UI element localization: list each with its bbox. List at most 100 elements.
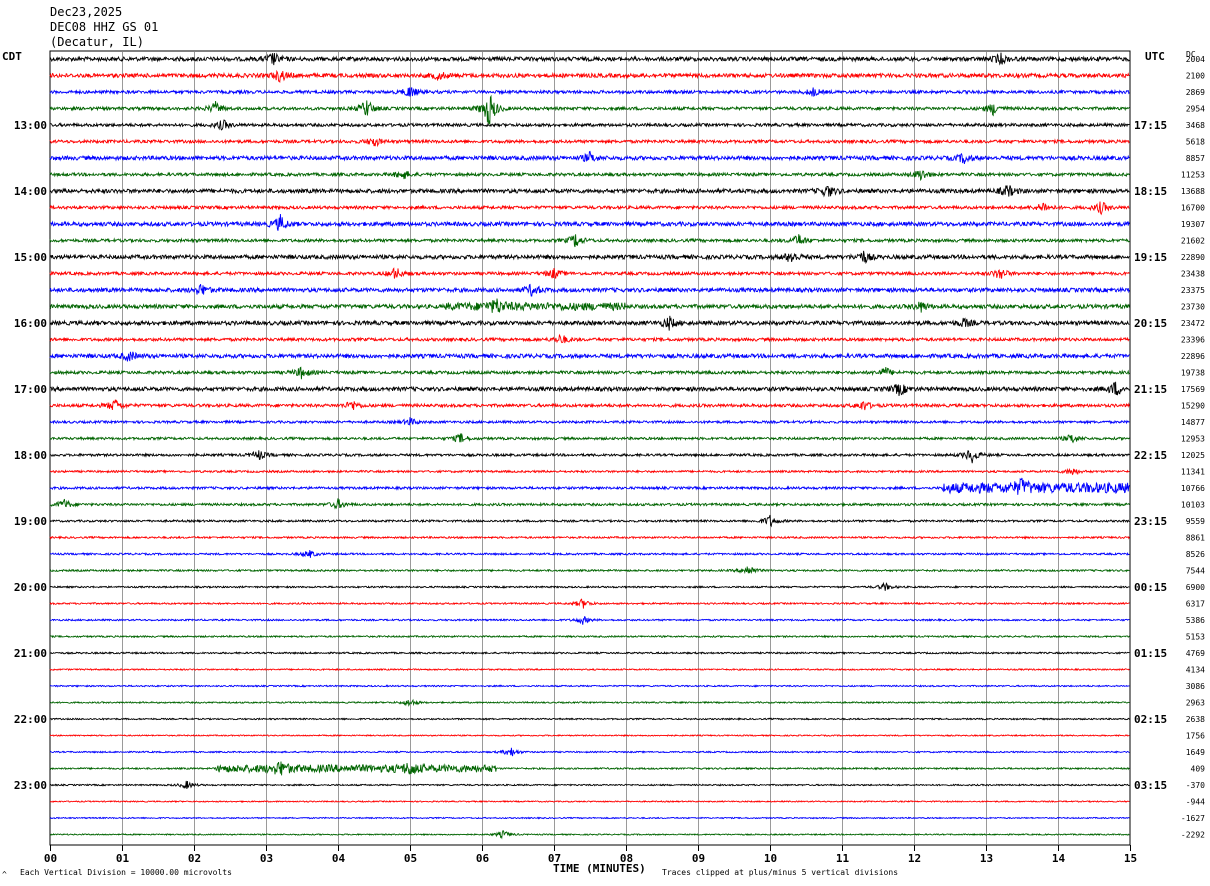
cdt-hour-label: 17:00	[14, 383, 47, 396]
trace-offset-label: 14877	[1181, 418, 1205, 427]
trace-offset-label: 23472	[1181, 319, 1205, 328]
utc-hour-label: 02:15	[1134, 713, 1167, 726]
helicorder-chart: 00 01 02 03 04 05 06 07 08 09 10 11 12 13 14 1520042100…	[14, 50, 1205, 865]
trace-offset-label: 2869	[1186, 88, 1205, 97]
trace-offset-label: 11253	[1181, 171, 1205, 180]
seismic-trace	[49, 799, 1130, 804]
trace-offset-label: 10103	[1181, 501, 1205, 510]
seismic-trace	[49, 747, 1130, 757]
trace-offset-label: 4769	[1186, 649, 1205, 658]
cdt-hour-label: 22:00	[14, 713, 47, 726]
x-tick-label: 13	[980, 852, 993, 865]
x-tick-label: 03	[260, 852, 273, 865]
x-tick-label: 00	[44, 852, 57, 865]
x-tick-label: 01	[116, 852, 130, 865]
x-axis-title: TIME (MINUTES)	[553, 862, 646, 875]
trace-offset-label: 8526	[1186, 550, 1205, 559]
seismic-trace	[49, 498, 1130, 510]
seismic-trace	[49, 667, 1130, 672]
seismic-trace	[49, 333, 1130, 344]
utc-hour-label: 22:15	[1134, 449, 1167, 462]
seismic-trace	[49, 450, 1130, 464]
trace-offset-label: 16700	[1181, 204, 1205, 213]
x-tick-label: 04	[332, 852, 346, 865]
trace-offset-label: 23730	[1181, 303, 1205, 312]
trace-offset-label: 1756	[1186, 732, 1205, 741]
trace-offset-label: 2100	[1186, 72, 1205, 81]
seismic-trace	[49, 761, 1130, 776]
seismic-trace	[49, 170, 1130, 182]
seismic-trace	[49, 351, 1130, 362]
seismic-trace	[49, 698, 1130, 707]
seismic-trace	[49, 250, 1130, 265]
trace-offset-label: 11341	[1181, 468, 1205, 477]
utc-hour-label: 23:15	[1134, 515, 1167, 528]
trace-offset-label: 12025	[1181, 451, 1205, 460]
trace-offset-label: 22896	[1181, 352, 1205, 361]
seismic-trace	[49, 816, 1130, 820]
utc-hour-label: 17:15	[1134, 119, 1167, 132]
trace-offset-label: 2638	[1186, 715, 1205, 724]
seismic-trace	[49, 467, 1130, 476]
cdt-hour-label: 15:00	[14, 251, 47, 264]
cdt-hour-label: 13:00	[14, 119, 47, 132]
utc-hour-label: 18:15	[1134, 185, 1167, 198]
x-tick-label: 02	[188, 852, 201, 865]
seismic-trace	[49, 733, 1130, 738]
seismic-trace	[49, 717, 1130, 721]
seismic-trace	[49, 399, 1130, 411]
corner-mark: ^	[2, 870, 7, 879]
trace-offset-label: 21602	[1181, 237, 1205, 246]
trace-offset-label: 10766	[1181, 484, 1205, 493]
seismic-trace	[49, 598, 1130, 609]
utc-hour-label: 01:15	[1134, 647, 1167, 660]
trace-offset-label: 5153	[1186, 633, 1205, 642]
label-layer: 00 01 02 03 04 05 06 07 08 09 10 11 12 13 14 1520042100…	[14, 55, 1205, 865]
trace-offset-label: 2954	[1186, 105, 1205, 114]
seismic-trace	[49, 477, 1130, 495]
trace-offset-label: 5386	[1186, 616, 1205, 625]
utc-hour-label: 20:15	[1134, 317, 1167, 330]
scale-note: Each Vertical Division = 10000.00 microv…	[20, 868, 232, 877]
trace-offset-label: 17569	[1181, 385, 1205, 394]
seismic-trace	[49, 366, 1130, 380]
x-tick-label: 09	[692, 852, 705, 865]
seismic-trace	[49, 69, 1130, 84]
trace-offset-label: 6317	[1186, 600, 1205, 609]
trace-offset-label: 2004	[1186, 55, 1205, 64]
seismic-trace	[49, 119, 1130, 131]
trace-layer	[49, 52, 1130, 840]
x-tick-label: 12	[908, 852, 921, 865]
cdt-hour-label: 21:00	[14, 647, 47, 660]
trace-offset-label: 19738	[1181, 369, 1205, 378]
x-tick-label: 06	[476, 852, 490, 865]
seismic-trace	[49, 780, 1130, 789]
trace-offset-label: 23396	[1181, 336, 1205, 345]
seismic-trace	[49, 433, 1130, 444]
seismic-trace	[49, 214, 1130, 231]
seismic-trace	[49, 94, 1130, 125]
x-tick-label: 14	[1052, 852, 1066, 865]
seismic-trace	[49, 535, 1130, 540]
seismic-trace	[49, 651, 1130, 656]
utc-hour-label: 19:15	[1134, 251, 1167, 264]
trace-offset-label: 23375	[1181, 286, 1205, 295]
x-tick-label: 15	[1124, 852, 1137, 865]
trace-offset-label: 1649	[1186, 748, 1205, 757]
cdt-hour-label: 16:00	[14, 317, 47, 330]
seismic-trace	[49, 138, 1130, 148]
trace-offset-label: -1627	[1181, 814, 1205, 823]
trace-offset-label: 15290	[1181, 402, 1205, 411]
trace-offset-label: 7544	[1186, 567, 1205, 576]
seismic-trace	[49, 283, 1130, 297]
trace-offset-label: 12953	[1181, 435, 1205, 444]
seismic-trace	[49, 150, 1130, 164]
cdt-hour-label: 23:00	[14, 779, 47, 792]
trace-offset-label: 8857	[1186, 154, 1205, 163]
trace-offset-label: 2963	[1186, 699, 1205, 708]
plot-frame	[49, 50, 1131, 846]
cdt-hour-label: 20:00	[14, 581, 47, 594]
seismic-trace	[49, 417, 1130, 426]
trace-offset-label: -944	[1186, 798, 1205, 807]
seismic-trace	[49, 514, 1130, 528]
